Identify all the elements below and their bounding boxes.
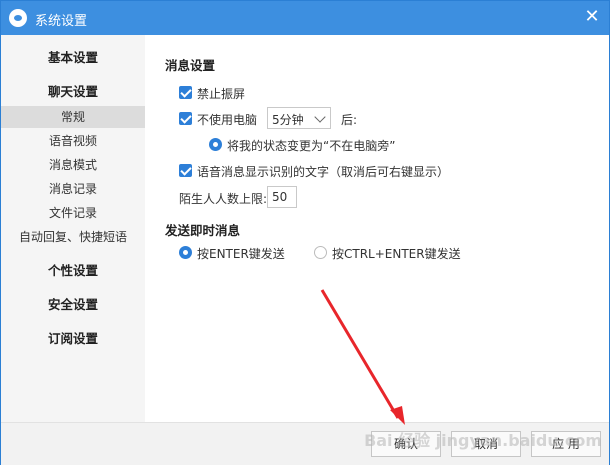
sidebar: 基本设置 聊天设置 常规 语音视频 消息模式 消息记录 文件记录 自动回复、快捷…: [1, 35, 145, 422]
sidebar-item-auto-reply[interactable]: 自动回复、快捷短语: [1, 226, 145, 248]
stranger-limit-value: 50: [272, 190, 288, 204]
app-logo-icon: [9, 9, 27, 27]
sidebar-group-personal[interactable]: 个性设置: [1, 260, 145, 279]
voice-text-label: 语音消息显示识别的文字（取消后可右键显示）: [197, 165, 450, 179]
no-vibrate-checkbox[interactable]: [179, 86, 192, 99]
close-icon[interactable]: ✕: [575, 1, 609, 35]
sidebar-item-message-history[interactable]: 消息记录: [1, 178, 145, 200]
stranger-limit-label: 陌生人人数上限:: [179, 192, 268, 206]
settings-window: 系统设置 ✕ 基本设置 聊天设置 常规 语音视频 消息模式 消息记录 文件记录 …: [0, 0, 610, 465]
message-settings-title: 消息设置: [165, 58, 216, 73]
send-ctrl-enter-radio[interactable]: [314, 246, 327, 259]
apply-button[interactable]: 应 用: [531, 431, 601, 457]
sidebar-group-basic[interactable]: 基本设置: [1, 47, 145, 66]
sidebar-item-message-mode[interactable]: 消息模式: [1, 154, 145, 176]
settings-content: 消息设置 禁止振屏 不使用电脑 5分钟 后: 将我的状态变更为“不在电脑旁” 语…: [145, 35, 609, 422]
dialog-footer: 确认 取消 应 用: [1, 422, 609, 465]
idle-time-value: 5分钟: [272, 113, 304, 127]
chevron-down-icon: [314, 111, 326, 123]
send-ctrl-enter-label: 按CTRL+ENTER键发送: [332, 247, 461, 261]
status-change-radio[interactable]: [209, 138, 222, 151]
sidebar-item-general[interactable]: 常规: [1, 106, 145, 128]
ok-button[interactable]: 确认: [371, 431, 441, 457]
voice-text-checkbox[interactable]: [179, 164, 192, 177]
titlebar: 系统设置 ✕: [1, 1, 609, 35]
idle-suffix: 后:: [341, 113, 358, 127]
send-enter-radio[interactable]: [179, 246, 192, 259]
idle-label: 不使用电脑: [197, 113, 258, 127]
window-title: 系统设置: [35, 14, 88, 29]
send-enter-label: 按ENTER键发送: [197, 247, 285, 261]
idle-time-select[interactable]: 5分钟: [267, 107, 331, 129]
send-settings-title: 发送即时消息: [165, 223, 241, 238]
sidebar-item-file-history[interactable]: 文件记录: [1, 202, 145, 224]
sidebar-group-subscription[interactable]: 订阅设置: [1, 328, 145, 347]
idle-checkbox[interactable]: [179, 112, 192, 125]
stranger-limit-input[interactable]: 50: [267, 186, 297, 208]
status-change-label: 将我的状态变更为“不在电脑旁”: [227, 139, 396, 153]
sidebar-group-chat[interactable]: 聊天设置: [1, 81, 145, 100]
cancel-button[interactable]: 取消: [451, 431, 521, 457]
no-vibrate-label: 禁止振屏: [197, 87, 246, 101]
sidebar-item-voice-video[interactable]: 语音视频: [1, 130, 145, 152]
sidebar-group-security[interactable]: 安全设置: [1, 294, 145, 313]
